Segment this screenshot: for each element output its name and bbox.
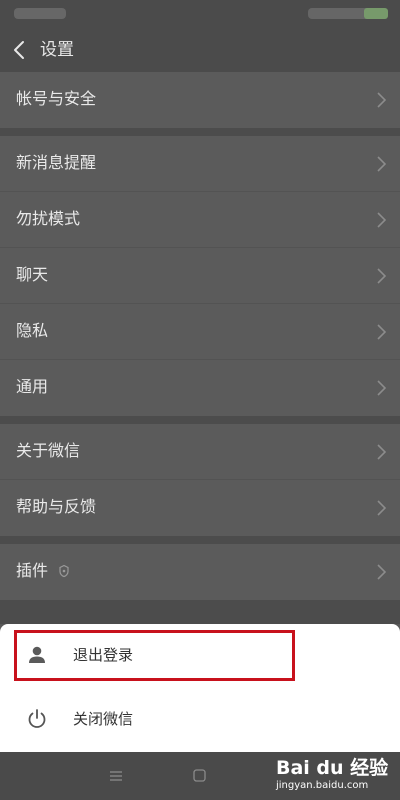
settings-item-label: 勿扰模式	[16, 209, 81, 228]
settings-item-general[interactable]: 通用	[0, 360, 400, 416]
settings-group-plugins: 插件	[0, 544, 400, 600]
chevron-right-icon	[377, 564, 386, 580]
settings-item-label: 插件	[16, 561, 49, 580]
power-icon	[28, 709, 46, 728]
home-square-icon[interactable]	[193, 769, 206, 782]
settings-item-label: 帮助与反馈	[16, 497, 97, 516]
settings-group-account: 帐号与安全	[0, 72, 400, 128]
settings-item-label: 关于微信	[16, 441, 81, 460]
settings-item-account-security[interactable]: 帐号与安全	[0, 72, 400, 128]
status-bar	[0, 0, 400, 28]
chevron-left-icon[interactable]	[10, 38, 30, 62]
settings-item-new-message-alerts[interactable]: 新消息提醒	[0, 136, 400, 192]
settings-item-do-not-disturb[interactable]: 勿扰模式	[0, 192, 400, 248]
settings-item-plugins[interactable]: 插件	[0, 544, 400, 600]
page-title: 设置	[40, 40, 74, 60]
group-divider	[0, 416, 400, 424]
chevron-right-icon	[377, 444, 386, 460]
settings-item-label: 新消息提醒	[16, 153, 97, 172]
group-divider	[0, 128, 400, 136]
logout-button[interactable]: 退出登录	[0, 624, 400, 688]
chevron-right-icon	[377, 212, 386, 228]
menu-icon[interactable]	[109, 770, 123, 782]
settings-item-label: 通用	[16, 377, 49, 396]
settings-item-chat[interactable]: 聊天	[0, 248, 400, 304]
group-divider	[0, 536, 400, 544]
settings-group-general: 新消息提醒 勿扰模式 聊天 隐私 通用	[0, 136, 400, 416]
settings-item-help-feedback[interactable]: 帮助与反馈	[0, 480, 400, 536]
chevron-right-icon	[377, 92, 386, 108]
plugin-icon	[59, 564, 69, 578]
settings-item-privacy[interactable]: 隐私	[0, 304, 400, 360]
action-sheet: 退出登录 关闭微信	[0, 624, 400, 752]
close-wechat-button[interactable]: 关闭微信	[0, 688, 400, 752]
user-icon	[29, 646, 45, 663]
watermark-main-text: Bai du 经验	[276, 757, 389, 779]
settings-item-label: 隐私	[16, 321, 49, 340]
watermark-sub-text: jingyan.baidu.com	[276, 780, 369, 791]
battery-icon	[364, 8, 388, 19]
chevron-right-icon	[377, 324, 386, 340]
chevron-right-icon	[377, 156, 386, 172]
close-wechat-label: 关闭微信	[73, 710, 134, 728]
chevron-right-icon	[377, 500, 386, 516]
settings-list: 帐号与安全 新消息提醒 勿扰模式 聊天 隐私 通用 关于微信 帮助与反馈 插件	[0, 72, 400, 624]
settings-group-about: 关于微信 帮助与反馈	[0, 424, 400, 536]
settings-item-label: 帐号与安全	[16, 89, 97, 108]
baidu-jingyan-watermark: Bai du 经验 jingyan.baidu.com	[276, 757, 388, 795]
settings-item-about-wechat[interactable]: 关于微信	[0, 424, 400, 480]
top-bar: 设置	[0, 28, 400, 72]
chevron-right-icon	[377, 268, 386, 284]
chevron-right-icon	[377, 380, 386, 396]
logout-label: 退出登录	[73, 646, 134, 664]
status-carrier-blur	[14, 8, 66, 19]
settings-item-label: 聊天	[16, 265, 49, 284]
